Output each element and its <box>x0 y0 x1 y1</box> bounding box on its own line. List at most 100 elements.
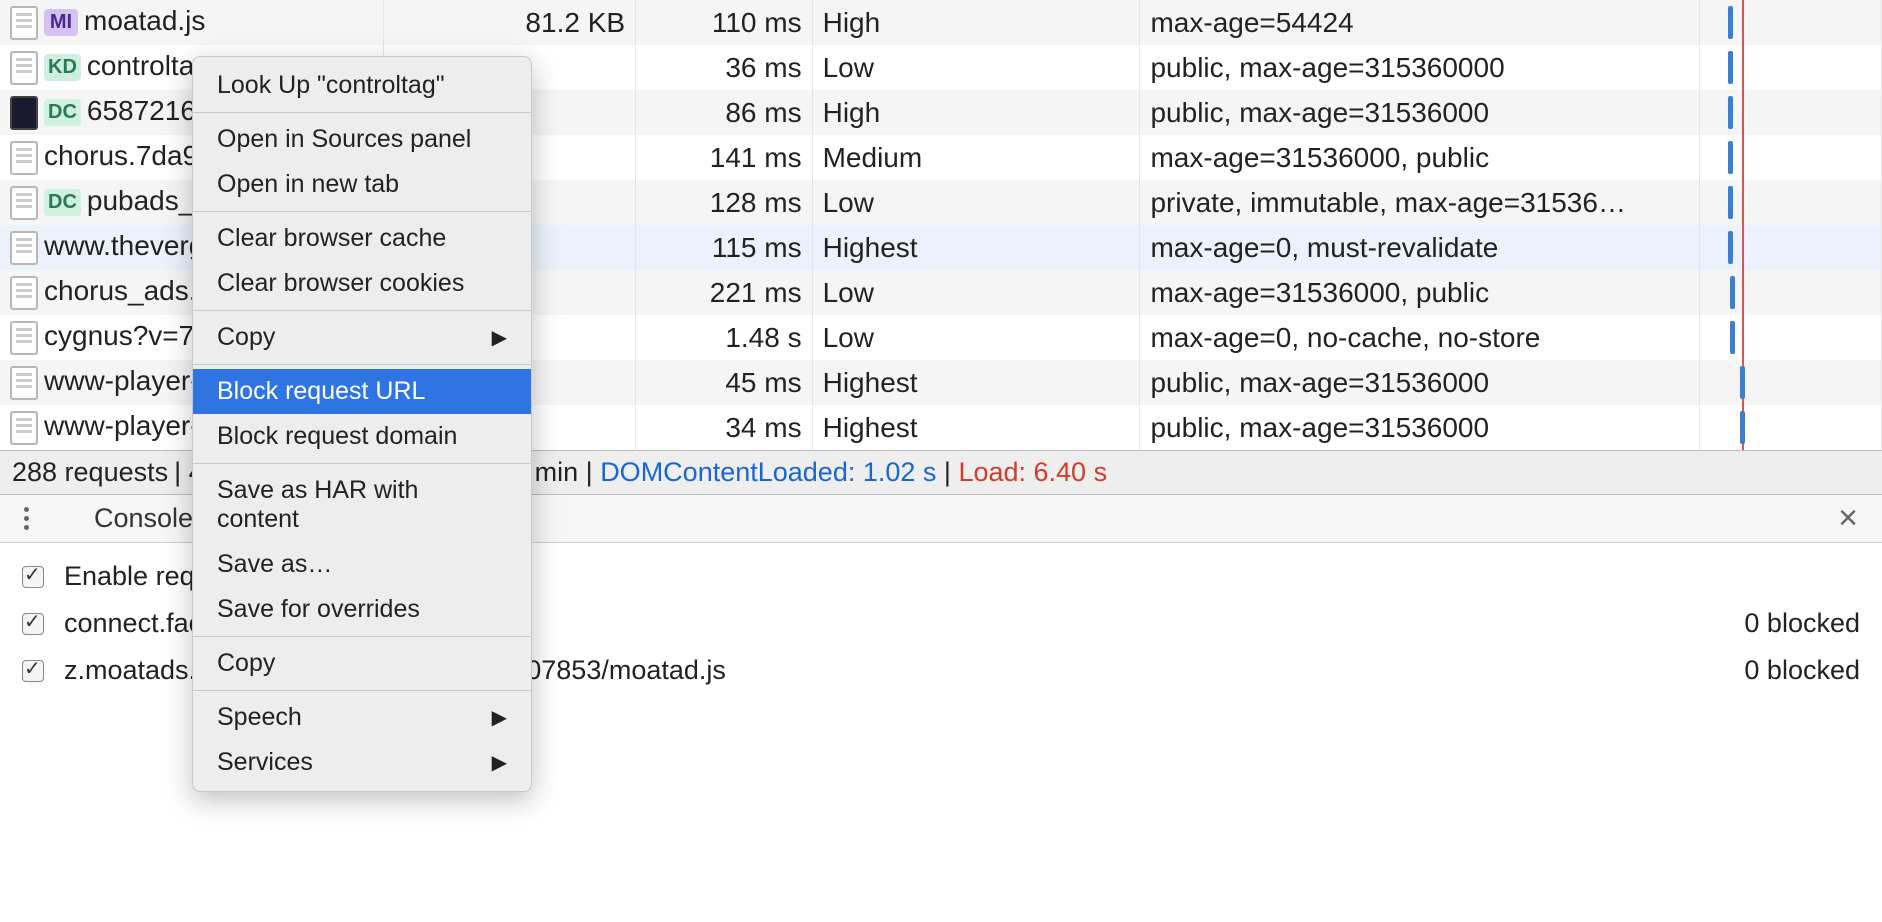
request-name: moatad.js <box>84 5 205 36</box>
waterfall-cell <box>1700 45 1882 90</box>
menu-save-as[interactable]: Save as… <box>193 542 531 587</box>
menu-save-har[interactable]: Save as HAR with content <box>193 468 531 542</box>
menu-block-domain[interactable]: Block request domain <box>193 414 531 459</box>
waterfall-bar <box>1728 51 1733 84</box>
menu-lookup[interactable]: Look Up "controltag" <box>193 63 531 108</box>
cache-control: max-age=31536000, public <box>1140 135 1700 180</box>
waterfall-load-line <box>1742 0 1744 45</box>
request-time: 141 ms <box>636 135 813 180</box>
waterfall-bar <box>1730 276 1735 309</box>
request-time: 36 ms <box>636 45 813 90</box>
waterfall-cell <box>1700 180 1882 225</box>
block-pattern-url: connect.fac <box>64 608 202 639</box>
cache-control: public, max-age=31536000 <box>1140 90 1700 135</box>
waterfall-bar <box>1728 186 1733 219</box>
chevron-right-icon: ▶ <box>492 325 507 350</box>
waterfall-cell <box>1700 90 1882 135</box>
block-pattern-count: 0 blocked <box>1744 655 1860 686</box>
request-time: 45 ms <box>636 360 813 405</box>
menu-clear-cache[interactable]: Clear browser cache <box>193 216 531 261</box>
context-menu: Look Up "controltag" Open in Sources pan… <box>192 56 532 792</box>
request-priority: Low <box>812 180 1140 225</box>
status-min: min | <box>535 457 593 488</box>
menu-clear-cookies[interactable]: Clear browser cookies <box>193 261 531 306</box>
menu-open-sources[interactable]: Open in Sources panel <box>193 117 531 162</box>
menu-services[interactable]: Services▶ <box>193 740 531 785</box>
block-pattern-checkbox[interactable] <box>22 660 44 682</box>
request-priority: High <box>812 90 1140 135</box>
domain-badge: DC <box>44 99 81 126</box>
request-time: 128 ms <box>636 180 813 225</box>
menu-open-tab[interactable]: Open in new tab <box>193 162 531 207</box>
waterfall-cell <box>1700 405 1882 450</box>
waterfall-load-line <box>1742 225 1744 270</box>
file-icon <box>10 51 38 85</box>
file-icon <box>10 411 38 445</box>
domain-badge: DC <box>44 189 81 216</box>
request-time: 34 ms <box>636 405 813 450</box>
waterfall-bar <box>1740 366 1745 399</box>
waterfall-bar <box>1728 141 1733 174</box>
cache-control: public, max-age=31536000 <box>1140 360 1700 405</box>
waterfall-cell <box>1700 270 1882 315</box>
menu-copy-2[interactable]: Copy <box>193 641 531 686</box>
waterfall-load-line <box>1742 90 1744 135</box>
enable-blocking-label: Enable requ <box>64 561 210 592</box>
domain-badge: MI <box>44 9 78 36</box>
request-name: www.theverg <box>44 230 204 261</box>
menu-copy[interactable]: Copy▶ <box>193 315 531 360</box>
request-priority: Highest <box>812 225 1140 270</box>
domain-badge: KD <box>44 54 81 81</box>
request-priority: High <box>812 0 1140 45</box>
request-priority: Low <box>812 270 1140 315</box>
waterfall-load-line <box>1742 45 1744 90</box>
cache-control: max-age=54424 <box>1140 0 1700 45</box>
cache-control: max-age=0, must-revalidate <box>1140 225 1700 270</box>
request-time: 1.48 s <box>636 315 813 360</box>
cache-control: max-age=0, no-cache, no-store <box>1140 315 1700 360</box>
request-name: www-player- <box>44 365 200 396</box>
table-row[interactable]: MImoatad.js81.2 KB110 msHighmax-age=5442… <box>0 0 1882 45</box>
request-time: 86 ms <box>636 90 813 135</box>
waterfall-bar <box>1740 411 1745 444</box>
status-sep2: | <box>944 457 951 488</box>
request-name: controlta <box>87 50 194 81</box>
waterfall-load-line <box>1742 270 1744 315</box>
enable-blocking-checkbox[interactable] <box>22 566 44 588</box>
waterfall-cell <box>1700 0 1882 45</box>
menu-save-overrides[interactable]: Save for overrides <box>193 587 531 632</box>
chevron-right-icon: ▶ <box>492 705 507 730</box>
cache-control: public, max-age=315360000 <box>1140 45 1700 90</box>
waterfall-load-line <box>1742 315 1744 360</box>
waterfall-bar <box>1728 6 1733 39</box>
menu-block-url[interactable]: Block request URL <box>193 369 531 414</box>
load-time: Load: 6.40 s <box>958 457 1107 488</box>
file-icon <box>10 6 38 40</box>
request-priority: Highest <box>812 360 1140 405</box>
menu-speech[interactable]: Speech▶ <box>193 695 531 740</box>
request-time: 221 ms <box>636 270 813 315</box>
chevron-right-icon: ▶ <box>492 750 507 775</box>
cache-control: private, immutable, max-age=31536… <box>1140 180 1700 225</box>
file-icon <box>10 321 38 355</box>
request-name: cygnus?v=7 <box>44 320 194 351</box>
kebab-menu-icon[interactable] <box>12 505 40 533</box>
request-priority: Highest <box>812 405 1140 450</box>
file-icon <box>10 96 38 130</box>
block-pattern-checkbox[interactable] <box>22 613 44 635</box>
waterfall-cell <box>1700 135 1882 180</box>
file-icon <box>10 141 38 175</box>
request-name: chorus_ads. <box>44 275 197 306</box>
waterfall-load-line <box>1742 180 1744 225</box>
file-icon <box>10 366 38 400</box>
waterfall-load-line <box>1742 135 1744 180</box>
file-icon <box>10 231 38 265</box>
waterfall-cell <box>1700 225 1882 270</box>
file-icon <box>10 186 38 220</box>
request-priority: Low <box>812 45 1140 90</box>
request-name: 6587216 <box>87 95 196 126</box>
close-icon[interactable]: × <box>1838 499 1870 538</box>
waterfall-bar <box>1728 96 1733 129</box>
file-icon <box>10 276 38 310</box>
request-priority: Medium <box>812 135 1140 180</box>
